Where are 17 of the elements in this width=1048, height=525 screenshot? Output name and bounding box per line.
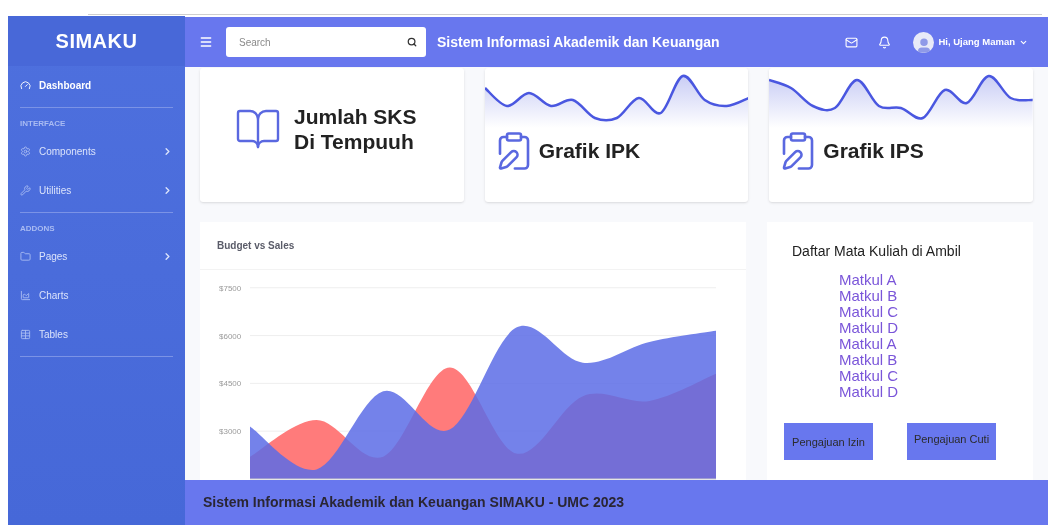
app-title: Sistem Informasi Akademik dan Keuangan xyxy=(437,32,720,52)
course-list-title: Daftar Mata Kuliah di Ambil xyxy=(791,242,962,261)
card-title: Grafik IPK xyxy=(538,138,641,165)
course-item: Matkul B xyxy=(839,288,899,304)
footer-text: Sistem Informasi Akademik dan Keuangan SIMAKU - UMC 2023 xyxy=(203,493,625,512)
course-item: Matkul D xyxy=(839,320,900,336)
course-item: Matkul C xyxy=(839,304,900,320)
course-item: Matkul B xyxy=(839,352,899,368)
course-item: Matkul A xyxy=(839,272,898,288)
card-title: Jumlah SKS Di Tempuuh xyxy=(294,104,418,154)
section-heading: INTERFACE xyxy=(20,118,67,130)
course-item: Matkul C xyxy=(839,368,900,384)
chart-title: Budget vs Sales xyxy=(217,239,295,253)
card-title: Grafik IPS xyxy=(823,138,924,165)
course-item: Matkul D xyxy=(839,384,900,400)
course-item: Matkul A xyxy=(839,336,898,352)
section-heading: ADDONS xyxy=(20,223,56,235)
